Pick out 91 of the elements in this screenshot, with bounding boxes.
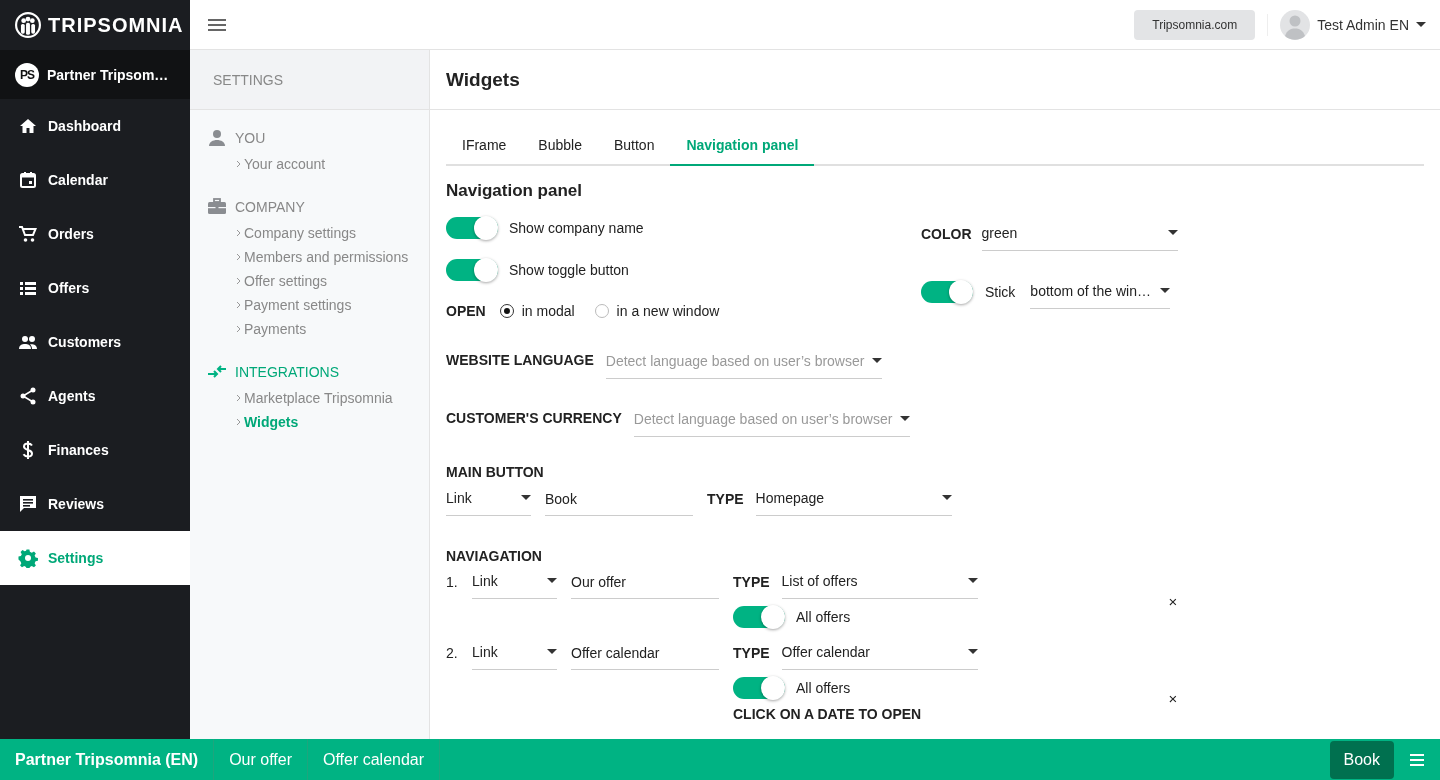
chevron-icon: [236, 229, 241, 237]
settings-icon: [18, 548, 38, 568]
caret-icon: [941, 495, 952, 500]
chevron-icon: [236, 160, 241, 168]
nav-item[interactable]: Agents: [0, 369, 190, 423]
caret-icon: [967, 649, 978, 654]
dropdown[interactable]: Link: [446, 482, 531, 516]
remove-button[interactable]: ×: [1168, 690, 1178, 706]
tab[interactable]: IFrame: [446, 125, 523, 166]
radio-label[interactable]: in modal: [521, 303, 575, 319]
field-label: CUSTOMER'S CURRENCY: [446, 410, 622, 426]
caret-icon: [1416, 22, 1426, 27]
dropdown[interactable]: Offer calendar: [781, 636, 978, 670]
field-label: TYPE: [733, 574, 770, 590]
page-title: Widgets: [446, 68, 520, 91]
toggle-switch[interactable]: [446, 217, 498, 239]
field-label: NAVIAGATION: [446, 548, 543, 564]
nav-item[interactable]: Orders: [0, 207, 190, 261]
nav-item[interactable]: Reviews: [0, 477, 190, 531]
logo-icon: [15, 12, 41, 38]
toggle-label: All offers: [796, 680, 851, 696]
field-label: COLOR: [921, 226, 972, 242]
field-label: MAIN BUTTON: [446, 464, 545, 480]
briefcase-icon: [207, 197, 227, 217]
book-button[interactable]: Book: [1329, 740, 1394, 779]
company-name: Partner Tripsomnia (EN): [0, 739, 215, 780]
field-label: TYPE: [707, 491, 744, 507]
menu-icon[interactable]: [208, 18, 226, 31]
caret-icon: [967, 578, 978, 583]
cart-icon: [18, 224, 38, 244]
chevron-icon: [236, 325, 241, 333]
person-icon: [207, 128, 227, 148]
toggle-switch[interactable]: [733, 677, 785, 699]
text-field[interactable]: Our offer: [571, 565, 719, 599]
chevron-icon: [236, 253, 241, 261]
caret-icon: [1167, 230, 1178, 235]
dropdown[interactable]: Link: [472, 636, 557, 670]
home-icon: [18, 116, 38, 136]
section-title: Navigation panel: [446, 181, 584, 201]
chevron-icon: [236, 277, 241, 285]
menu-icon[interactable]: [1410, 753, 1424, 766]
nav-item[interactable]: Dashboard: [0, 99, 190, 153]
dropdown[interactable]: List of offers: [781, 565, 978, 599]
caret-icon: [900, 416, 911, 421]
toggle-switch[interactable]: [921, 281, 973, 303]
panel-title: SETTINGS: [213, 71, 283, 88]
field-label: WEBSITE LANGUAGE: [446, 352, 594, 368]
caret-icon: [521, 495, 531, 500]
toggle-switch[interactable]: [446, 259, 498, 281]
brand-name: TRIPSOMNIA: [48, 13, 184, 37]
toggle-label: Stick: [985, 284, 1016, 300]
dropdown[interactable]: bottom of the win…: [1030, 275, 1171, 309]
text-field[interactable]: Book: [545, 482, 693, 516]
nav-item[interactable]: Offers: [0, 261, 190, 315]
field-label: OPEN: [446, 303, 486, 319]
caret-icon: [872, 358, 883, 363]
caret-icon: [547, 578, 557, 583]
remove-button[interactable]: ×: [1168, 593, 1178, 609]
text-field[interactable]: Offer calendar: [571, 636, 719, 670]
account-name: Partner Tripsom…: [47, 66, 169, 83]
user-menu[interactable]: Test Admin EN: [1280, 9, 1426, 40]
avatar-icon: [1280, 9, 1311, 40]
settings-link[interactable]: Your account: [244, 156, 326, 172]
chevron-icon: [236, 418, 241, 426]
nav-item[interactable]: Customers: [0, 315, 190, 369]
share-icon: [18, 386, 38, 406]
chat-icon: [18, 494, 38, 514]
dropdown[interactable]: Link: [472, 565, 557, 599]
dropdown[interactable]: Homepage: [755, 482, 952, 516]
chevron-icon: [236, 394, 241, 402]
caret-icon: [547, 649, 557, 654]
radio-label[interactable]: in a new window: [616, 303, 720, 319]
caret-icon: [1160, 288, 1171, 293]
field-label: TYPE: [733, 645, 770, 661]
calendar-icon: [18, 170, 38, 190]
nav-item[interactable]: Finances: [0, 423, 190, 477]
item-number: 1.: [446, 573, 459, 592]
toggle-switch[interactable]: [733, 606, 785, 628]
account-switcher[interactable]: PS Partner Tripsom…: [0, 50, 190, 99]
toggle-label: Show toggle button: [509, 262, 629, 278]
chevron-icon: [236, 301, 241, 309]
item-number: 2.: [446, 644, 459, 663]
site-button[interactable]: Tripsomnia.com: [1134, 9, 1256, 40]
toggle-label: Show company name: [509, 220, 644, 236]
toggle-label: All offers: [796, 609, 851, 625]
dropdown[interactable]: green: [981, 217, 1178, 251]
tab[interactable]: Bubble: [522, 125, 598, 166]
nav-item[interactable]: Calendar: [0, 153, 190, 207]
tab[interactable]: Button: [597, 125, 671, 166]
field-label: CLICK ON A DATE TO OPEN: [733, 706, 923, 724]
avatar-badge: PS: [15, 62, 39, 87]
